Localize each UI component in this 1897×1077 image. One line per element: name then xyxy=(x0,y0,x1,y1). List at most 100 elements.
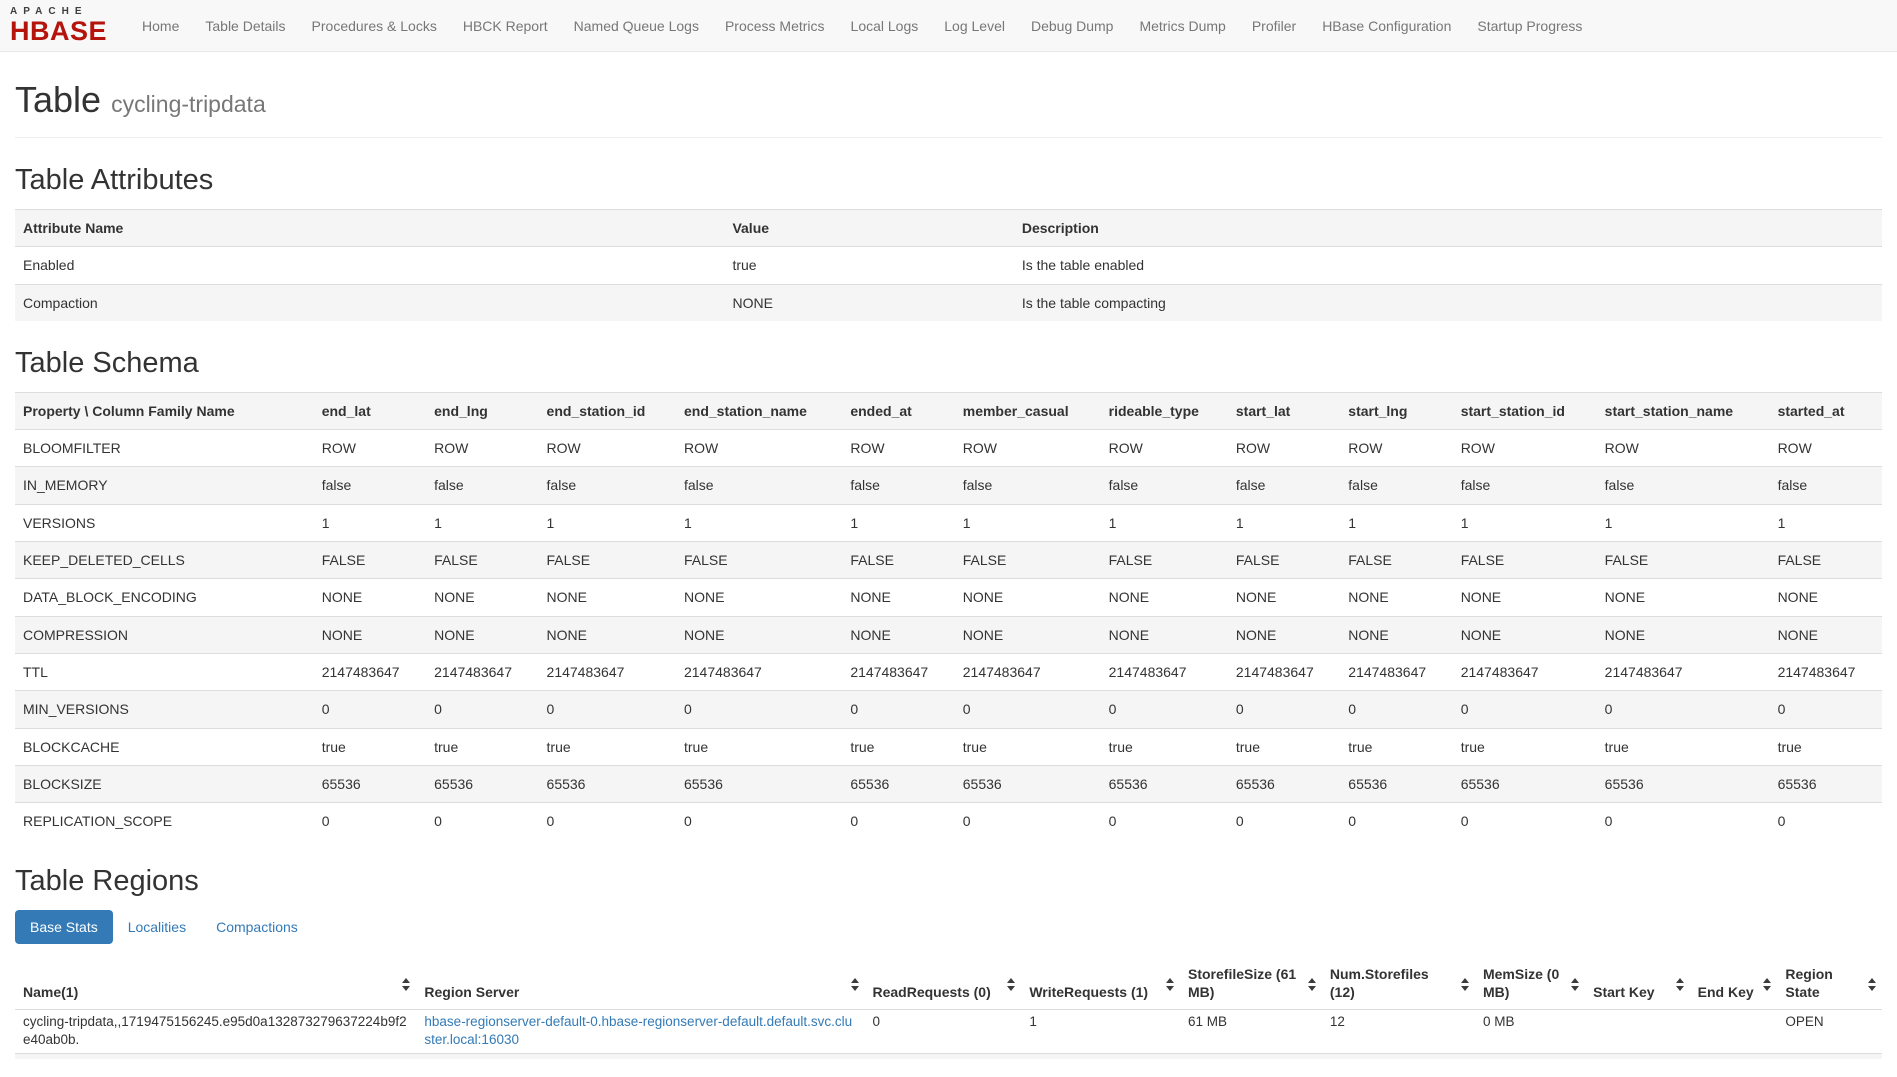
schema-family-header: rideable_type xyxy=(1101,392,1228,429)
schema-value-cell: NONE xyxy=(539,616,676,653)
sort-icon[interactable] xyxy=(1007,978,1016,991)
regions-header-memsize-0-mb[interactable]: MemSize (0 MB) xyxy=(1475,958,1585,1010)
schema-value-cell: NONE xyxy=(676,616,842,653)
sort-icon[interactable] xyxy=(402,978,411,991)
regions-header-label: MemSize (0 MB) xyxy=(1483,966,1559,1000)
sort-icon[interactable] xyxy=(1763,978,1772,991)
region-server-link[interactable]: hbase-regionserver-default-0.hbase-regio… xyxy=(424,1014,852,1047)
regions-header-name-1[interactable]: Name(1) xyxy=(15,958,416,1010)
schema-row: KEEP_DELETED_CELLSFALSEFALSEFALSEFALSEFA… xyxy=(15,542,1882,579)
nav-link-table-details[interactable]: Table Details xyxy=(192,0,298,51)
sort-icon[interactable] xyxy=(1166,978,1175,991)
nav-item: Table Details xyxy=(192,0,298,51)
nav-item: HBCK Report xyxy=(450,0,561,51)
nav-link-local-logs[interactable]: Local Logs xyxy=(838,0,932,51)
schema-value-cell: FALSE xyxy=(1340,542,1452,579)
schema-family-header: start_station_name xyxy=(1597,392,1770,429)
schema-value-cell: false xyxy=(1597,467,1770,504)
nav-item: Startup Progress xyxy=(1464,0,1595,51)
nav-link-hbase-configuration[interactable]: HBase Configuration xyxy=(1309,0,1464,51)
schema-value-cell: 0 xyxy=(539,691,676,728)
nav-item: Local Logs xyxy=(838,0,932,51)
page-title: Tablecycling-tripdata xyxy=(15,79,1882,121)
schema-value-cell: 2147483647 xyxy=(955,653,1101,690)
regions-header-region-server[interactable]: Region Server xyxy=(416,958,864,1010)
attributes-cell: true xyxy=(724,247,1013,284)
sort-icon[interactable] xyxy=(1308,978,1317,991)
schema-family-header: end_lng xyxy=(426,392,538,429)
tab-compactions[interactable]: Compactions xyxy=(201,910,313,944)
region-readrequests-cell: 0 xyxy=(865,1010,1022,1053)
schema-value-cell: false xyxy=(426,467,538,504)
regions-header-readrequests-0[interactable]: ReadRequests (0) xyxy=(865,958,1022,1010)
regions-header-writerequests-1[interactable]: WriteRequests (1) xyxy=(1021,958,1180,1010)
schema-value-cell: 1 xyxy=(1101,504,1228,541)
regions-header-row: Name(1)Region ServerReadRequests (0)Writ… xyxy=(15,958,1882,1010)
schema-property-header: Property \ Column Family Name xyxy=(15,392,314,429)
schema-value-cell: 1 xyxy=(676,504,842,541)
nav-link-metrics-dump[interactable]: Metrics Dump xyxy=(1126,0,1238,51)
schema-value-cell: 0 xyxy=(1453,803,1597,840)
schema-value-cell: 1 xyxy=(314,504,426,541)
schema-value-cell: 65536 xyxy=(955,765,1101,802)
schema-value-cell: 65536 xyxy=(1340,765,1452,802)
sort-icon[interactable] xyxy=(1868,978,1877,991)
schema-value-cell: 0 xyxy=(1340,803,1452,840)
nav-link-named-queue-logs[interactable]: Named Queue Logs xyxy=(561,0,712,51)
nav-link-debug-dump[interactable]: Debug Dump xyxy=(1018,0,1127,51)
regions-header-label: Num.Storefiles (12) xyxy=(1330,966,1429,1000)
tab-base-stats[interactable]: Base Stats xyxy=(15,910,113,944)
sort-icon[interactable] xyxy=(1461,978,1470,991)
schema-header-row: Property \ Column Family Nameend_latend_… xyxy=(15,392,1882,429)
schema-value-cell: 2147483647 xyxy=(539,653,676,690)
nav-link-process-metrics[interactable]: Process Metrics xyxy=(712,0,838,51)
apache-wordmark: APACHE xyxy=(10,7,87,17)
top-navbar: APACHE HBASE HomeTable DetailsProcedures… xyxy=(0,0,1897,52)
regions-header-label: Start Key xyxy=(1593,984,1654,1000)
schema-value-cell: true xyxy=(842,728,954,765)
nav-link-startup-progress[interactable]: Startup Progress xyxy=(1464,0,1595,51)
attributes-cell: Enabled xyxy=(15,247,724,284)
schema-value-cell: 0 xyxy=(955,803,1101,840)
schema-value-cell: ROW xyxy=(1453,430,1597,467)
schema-value-cell: ROW xyxy=(426,430,538,467)
schema-value-cell: FALSE xyxy=(314,542,426,579)
regions-header-start-key[interactable]: Start Key xyxy=(1585,958,1690,1010)
schema-value-cell: 0 xyxy=(1770,803,1882,840)
schema-value-cell: 0 xyxy=(426,691,538,728)
hbase-logo[interactable]: APACHE HBASE xyxy=(10,7,107,45)
schema-value-cell: true xyxy=(1340,728,1452,765)
schema-value-cell: 1 xyxy=(1228,504,1340,541)
sort-icon[interactable] xyxy=(851,978,860,991)
schema-value-cell: ROW xyxy=(676,430,842,467)
regions-header-num-storefiles-12[interactable]: Num.Storefiles (12) xyxy=(1322,958,1475,1010)
schema-value-cell: FALSE xyxy=(539,542,676,579)
schema-value-cell: 1 xyxy=(1770,504,1882,541)
schema-value-cell: true xyxy=(1101,728,1228,765)
schema-value-cell: 2147483647 xyxy=(314,653,426,690)
table-regions-heading: Table Regions xyxy=(15,865,1882,898)
schema-row: DATA_BLOCK_ENCODINGNONENONENONENONENONEN… xyxy=(15,579,1882,616)
schema-value-cell: NONE xyxy=(676,579,842,616)
page-subtitle: cycling-tripdata xyxy=(111,91,266,117)
schema-value-cell: NONE xyxy=(842,579,954,616)
regions-header-storefilesize-61-mb[interactable]: StorefileSize (61 MB) xyxy=(1180,958,1322,1010)
nav-link-home[interactable]: Home xyxy=(129,0,192,51)
schema-row: BLOOMFILTERROWROWROWROWROWROWROWROWROWRO… xyxy=(15,430,1882,467)
nav-link-hbck-report[interactable]: HBCK Report xyxy=(450,0,561,51)
schema-value-cell: FALSE xyxy=(426,542,538,579)
nav-link-log-level[interactable]: Log Level xyxy=(931,0,1018,51)
schema-value-cell: 2147483647 xyxy=(1770,653,1882,690)
nav-link-procedures-locks[interactable]: Procedures & Locks xyxy=(299,0,450,51)
nav-link-profiler[interactable]: Profiler xyxy=(1239,0,1309,51)
region-startkey-cell xyxy=(1585,1010,1690,1053)
schema-value-cell: 0 xyxy=(539,803,676,840)
regions-header-region-state[interactable]: Region State xyxy=(1777,958,1882,1010)
tab-localities[interactable]: Localities xyxy=(113,910,201,944)
schema-row: BLOCKCACHEtruetruetruetruetruetruetruetr… xyxy=(15,728,1882,765)
schema-property-cell: BLOOMFILTER xyxy=(15,430,314,467)
regions-header-end-key[interactable]: End Key xyxy=(1690,958,1778,1010)
sort-icon[interactable] xyxy=(1571,978,1580,991)
sort-icon[interactable] xyxy=(1676,978,1685,991)
schema-value-cell: 0 xyxy=(1770,691,1882,728)
